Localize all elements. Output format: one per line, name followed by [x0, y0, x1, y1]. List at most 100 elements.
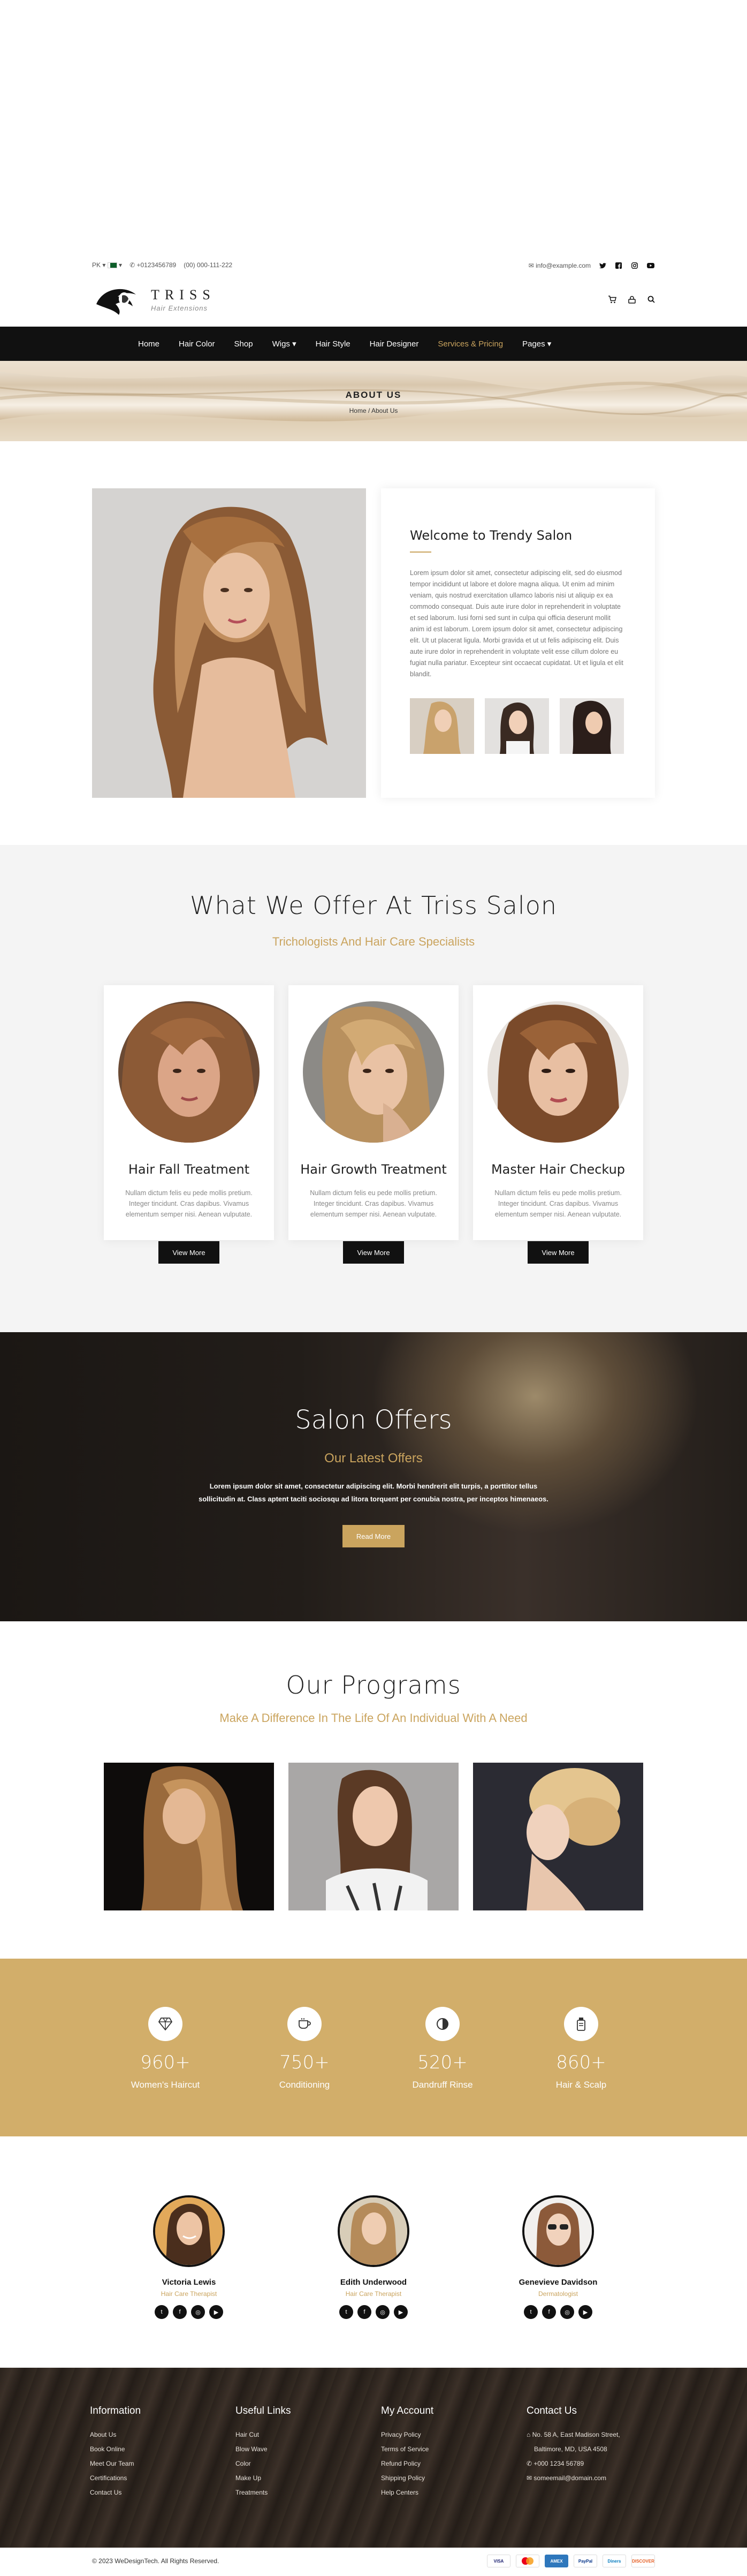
search-icon[interactable] [647, 296, 655, 306]
facebook-icon[interactable]: f [357, 2305, 371, 2319]
nav-hair-designer[interactable]: Hair Designer [360, 339, 429, 349]
facebook-icon[interactable]: f [542, 2305, 556, 2319]
stat-value: 860+ [556, 2052, 606, 2073]
twitter-icon[interactable] [598, 261, 607, 270]
team-member: Victoria Lewis Hair Care Therapist t f ◎… [119, 2195, 258, 2319]
phone-icon: ✆ [527, 2460, 532, 2467]
cup-icon [287, 2007, 322, 2041]
stat-item: 520+ Dandruff Rinse [389, 2007, 496, 2090]
brand-tagline: Hair Extensions [151, 304, 208, 312]
top-bar: PK ▾ ▾ ✆ +0123456789 (00) 000-111-222 ✉ … [92, 261, 655, 271]
footer-link[interactable]: Book Online [90, 2445, 218, 2453]
twitter-icon[interactable]: t [524, 2305, 538, 2319]
footer-link[interactable]: Meet Our Team [90, 2460, 218, 2467]
facebook-icon[interactable] [614, 261, 623, 270]
youtube-icon[interactable]: ▶ [209, 2305, 223, 2319]
program-image[interactable] [288, 1763, 459, 1910]
footer-link[interactable]: Refund Policy [381, 2460, 509, 2467]
footer-heading: Contact Us [527, 2405, 577, 2416]
country-selector[interactable]: PK ▾ ▾ [92, 261, 122, 269]
view-more-button[interactable]: View More [528, 1241, 589, 1264]
nav-services-pricing[interactable]: Services & Pricing [428, 339, 513, 349]
footer-link[interactable]: Make Up [235, 2474, 364, 2482]
footer-link[interactable]: Hair Cut [235, 2431, 364, 2438]
member-role: Hair Care Therapist [161, 2290, 217, 2298]
avatar[interactable] [153, 2195, 225, 2267]
nav-hair-color[interactable]: Hair Color [169, 339, 225, 349]
gallery-thumb-2[interactable] [485, 698, 549, 754]
hair-texture-background [0, 361, 747, 441]
home-icon: ⌂ [527, 2431, 531, 2438]
instagram-icon[interactable] [630, 261, 639, 270]
nav-hair-style[interactable]: Hair Style [306, 339, 360, 349]
footer-link[interactable]: Color [235, 2460, 364, 2467]
site-header: TRISS Hair Extensions [92, 283, 655, 316]
read-more-button[interactable]: Read More [342, 1525, 405, 1547]
instagram-icon[interactable]: ◎ [560, 2305, 574, 2319]
copyright-bar: © 2023 WeDesignTech. All Rights Reserved… [0, 2548, 747, 2576]
gallery-thumb-1[interactable] [410, 698, 474, 754]
program-image[interactable] [104, 1763, 274, 1910]
footer-link[interactable]: Contact Us [90, 2489, 218, 2496]
welcome-title: Welcome to Trendy Salon [410, 528, 573, 543]
user-icon[interactable] [628, 296, 636, 306]
footer-email[interactable]: ✉ someemail@domain.com [527, 2474, 660, 2482]
footer-heading: Useful Links [235, 2405, 291, 2416]
nav-shop[interactable]: Shop [225, 339, 263, 349]
phone-text-1: +0123456789 [136, 261, 177, 269]
logo[interactable]: TRISS Hair Extensions [92, 283, 216, 316]
avatar[interactable] [522, 2195, 594, 2267]
nav-pages[interactable]: Pages ▾ [513, 339, 561, 349]
stat-label: Hair & Scalp [555, 2080, 607, 2090]
twitter-icon[interactable]: t [339, 2305, 353, 2319]
salon-title: Salon Offers [295, 1405, 452, 1435]
programs-section: Our Programs Make A Difference In The Li… [0, 1621, 747, 1959]
paypal-icon: PayPal [574, 2555, 597, 2567]
payment-methods: VISA AMEX PayPal Diners DISCOVER [487, 2555, 655, 2567]
offer-card: Master Hair Checkup Nullam dictum felis … [473, 985, 643, 1264]
footer-link[interactable]: Help Centers [381, 2489, 509, 2496]
footer-link[interactable]: Treatments [235, 2489, 364, 2496]
email-link[interactable]: ✉ info@example.com [529, 262, 591, 269]
instagram-icon[interactable]: ◎ [191, 2305, 205, 2319]
team-section: Victoria Lewis Hair Care Therapist t f ◎… [0, 2136, 747, 2368]
welcome-image [92, 488, 366, 798]
stat-item: 960+ Women's Haircut [112, 2007, 219, 2090]
footer-link[interactable]: Blow Wave [235, 2445, 364, 2453]
nav-home[interactable]: Home [128, 339, 169, 349]
youtube-icon[interactable] [646, 261, 655, 270]
instagram-icon[interactable]: ◎ [376, 2305, 390, 2319]
facebook-icon[interactable]: f [173, 2305, 187, 2319]
phone-link-1[interactable]: ✆ +0123456789 [129, 261, 176, 269]
breadcrumb: Home / About Us [0, 407, 747, 414]
stats-section: 960+ Women's Haircut 750+ Conditioning 5… [0, 1959, 747, 2136]
youtube-icon[interactable]: ▶ [394, 2305, 408, 2319]
twitter-icon[interactable]: t [155, 2305, 169, 2319]
footer-link[interactable]: About Us [90, 2431, 218, 2438]
gallery-thumb-3[interactable] [560, 698, 624, 754]
nav-wigs[interactable]: Wigs ▾ [263, 339, 306, 349]
youtube-icon[interactable]: ▶ [578, 2305, 592, 2319]
footer-phone[interactable]: ✆ +000 1234 56789 [527, 2460, 660, 2467]
address-line-2: Baltimore, MD, USA 4508 [534, 2445, 607, 2453]
salon-offers-section: Salon Offers Our Latest Offers Lorem ips… [0, 1332, 747, 1621]
address-line-1: No. 58 A, East Madison Street, [532, 2431, 620, 2438]
cart-icon[interactable] [608, 296, 616, 306]
footer-link[interactable]: Terms of Service [381, 2445, 509, 2453]
avatar[interactable] [338, 2195, 409, 2267]
phone-link-2[interactable]: (00) 000-111-222 [184, 261, 232, 269]
welcome-text: Lorem ipsum dolor sit amet, consectetur … [410, 569, 623, 678]
footer-link[interactable]: Certifications [90, 2474, 218, 2482]
stat-item: 860+ Hair & Scalp [528, 2007, 635, 2090]
card-text: Nullam dictum felis eu pede mollis preti… [310, 1189, 437, 1218]
footer-link[interactable]: Privacy Policy [381, 2431, 509, 2438]
footer-link[interactable]: Shipping Policy [381, 2474, 509, 2482]
program-image[interactable] [473, 1763, 643, 1910]
view-more-button[interactable]: View More [158, 1241, 219, 1264]
footer-info-column: Information About Us Book Online Meet Ou… [90, 2405, 218, 2503]
view-more-button[interactable]: View More [343, 1241, 404, 1264]
stat-label: Women's Haircut [131, 2080, 200, 2090]
breadcrumb-home[interactable]: Home [349, 407, 367, 414]
diners-icon: Diners [603, 2555, 626, 2567]
amex-icon: AMEX [545, 2555, 568, 2567]
